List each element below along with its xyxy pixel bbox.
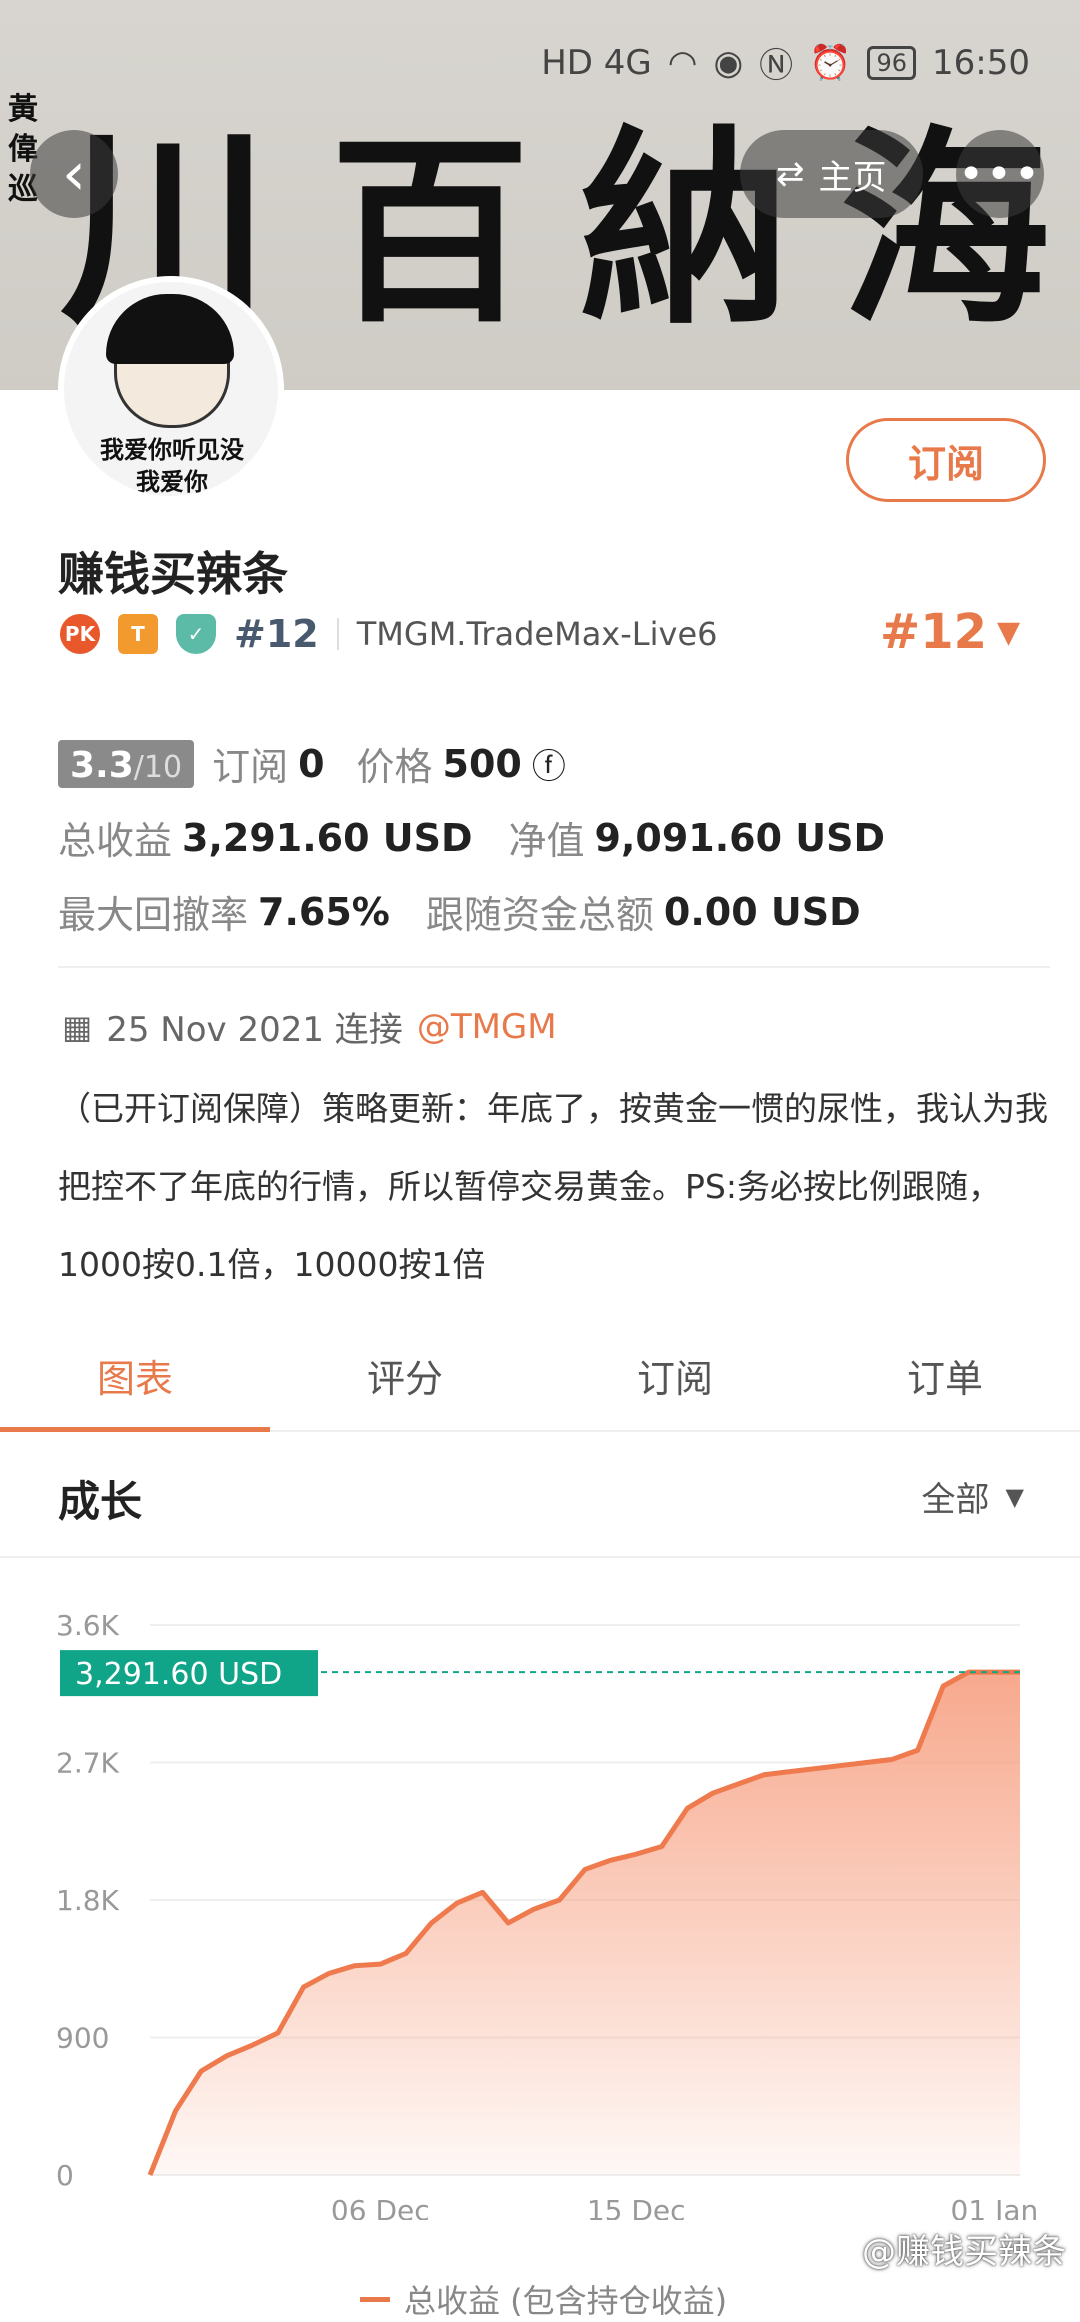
- y-tick-label: 900: [56, 2022, 109, 2055]
- stats-row-1: 3.3/10 订阅 0 价格 500 ⓕ: [58, 736, 566, 791]
- connect-date-line: ▦ 25 Nov 2021 连接 @TMGM: [62, 1002, 557, 1051]
- score-max: /10: [133, 749, 183, 785]
- watermark: @赚钱买辣条: [862, 2232, 1066, 2272]
- swap-icon: ⇄: [776, 154, 805, 194]
- x-tick-label: 06 Dec: [331, 2194, 430, 2220]
- more-button[interactable]: •••: [956, 130, 1044, 218]
- tab-subscribe[interactable]: 订阅: [540, 1320, 810, 1430]
- follow-label: 跟随资金总额: [425, 893, 654, 937]
- calligraphy-char: 百: [330, 115, 531, 350]
- caret-down-icon: ▼: [1005, 1482, 1024, 1511]
- tab-bar: 图表 评分 订阅 订单: [0, 1320, 1080, 1432]
- profit-value: 3,291.60 USD: [182, 815, 473, 860]
- eye-icon: ◉: [713, 42, 744, 83]
- status-bar: HD 4G ◠ ◉ Ⓝ ⏰ 96 16:50: [541, 38, 1030, 87]
- growth-chart: 0 900 1.8K 2.7K 3.6K 3,291.60 USD 06 Dec 15 Dec…: [56, 1609, 1039, 2220]
- current-value-label: 3,291.60 USD: [75, 1657, 282, 1692]
- y-tick-label: 3.6K: [56, 1609, 120, 1642]
- clock: 16:50: [932, 42, 1030, 83]
- more-dots-icon: •••: [958, 148, 1042, 200]
- range-label: 全部: [921, 1480, 990, 1520]
- avatar-hair: [106, 294, 234, 364]
- t-badge-icon[interactable]: T: [118, 614, 158, 654]
- chevron-left-icon: ‹: [62, 139, 86, 209]
- subscribe-button[interactable]: 订阅: [846, 418, 1046, 502]
- tab-orders[interactable]: 订单: [810, 1320, 1080, 1430]
- caret-down-icon: ▼: [997, 614, 1021, 650]
- legend-swatch: [360, 2296, 390, 2302]
- series-area: [150, 1672, 1020, 2175]
- connect-date: 25 Nov 2021 连接: [106, 1010, 403, 1050]
- back-button[interactable]: ‹: [30, 130, 118, 218]
- stats-row-3: 最大回撤率 7.65% 跟随资金总额 0.00 USD: [58, 884, 861, 939]
- strategy-description: （已开订阅保障）策略更新：年底了，按黄金一惯的尿性，我认为我把控不了年底的行情，…: [58, 1089, 1048, 1284]
- score-badge: 3.3/10: [58, 739, 195, 788]
- subscribers-value: 0: [298, 741, 325, 786]
- profit-label: 总收益: [58, 819, 173, 863]
- avatar-caption-2: 我爱你: [136, 468, 208, 496]
- price-value: 500: [442, 741, 522, 786]
- y-tick-label: 1.8K: [56, 1884, 120, 1917]
- y-tick-label: 0: [56, 2159, 74, 2192]
- pk-badge-icon[interactable]: PK: [60, 614, 100, 654]
- shield-check-icon[interactable]: ✓: [176, 614, 216, 654]
- legend-label: 总收益 (包含持仓收益): [404, 2282, 728, 2320]
- chart-legend: 总收益 (包含持仓收益): [360, 2276, 727, 2322]
- network-indicator: HD 4G: [541, 42, 652, 83]
- equity-value: 9,091.60 USD: [594, 815, 886, 860]
- rank-dropdown[interactable]: #12 ▼: [880, 604, 1020, 660]
- range-dropdown[interactable]: 全部 ▼: [922, 1472, 1024, 1521]
- equity-label: 净值: [508, 819, 585, 863]
- server-name: TMGM.TradeMax-Live6: [356, 615, 718, 653]
- home-button[interactable]: ⇄ 主页: [740, 130, 923, 218]
- growth-section-header: 成长 全部 ▼: [0, 1432, 1080, 1558]
- calendar-icon: ▦: [62, 1007, 93, 1046]
- home-button-label: 主页: [818, 157, 887, 198]
- divider: [58, 966, 1050, 968]
- wifi-icon: ◠: [667, 42, 698, 83]
- badge-row: PK T ✓ #12 TMGM.TradeMax-Live6: [60, 612, 717, 656]
- x-tick-label: 15 Dec: [587, 2194, 686, 2220]
- follow-value: 0.00 USD: [663, 889, 861, 934]
- alarm-icon: ⏰: [809, 42, 852, 83]
- subscribers-label: 订阅: [212, 745, 289, 789]
- calligraphy-char: 納: [580, 106, 791, 353]
- x-tick-label: 01 Jan: [951, 2194, 1039, 2220]
- drawdown-value: 7.65%: [258, 889, 390, 934]
- score-value: 3.3: [70, 744, 134, 786]
- battery-indicator: 96: [867, 45, 917, 80]
- nfc-icon: Ⓝ: [759, 46, 794, 86]
- section-title: 成长: [58, 1477, 143, 1526]
- y-tick-label: 2.7K: [56, 1747, 120, 1780]
- coin-icon: ⓕ: [531, 747, 566, 787]
- tab-chart[interactable]: 图表: [0, 1320, 270, 1432]
- price-label: 价格: [356, 745, 433, 789]
- stats-row-2: 总收益 3,291.60 USD 净值 9,091.60 USD: [58, 810, 885, 865]
- drawdown-label: 最大回撤率: [58, 893, 249, 937]
- broker-link[interactable]: @TMGM: [417, 1007, 557, 1047]
- rank-label: #12: [880, 604, 988, 660]
- divider: [336, 618, 339, 650]
- avatar-caption-1: 我爱你听见没: [100, 436, 244, 464]
- profile-name: 赚钱买辣条: [58, 547, 288, 601]
- tab-rating[interactable]: 评分: [270, 1320, 540, 1430]
- rank-inline: #12: [234, 612, 319, 656]
- avatar[interactable]: 我爱你听见没 我爱你: [58, 276, 284, 502]
